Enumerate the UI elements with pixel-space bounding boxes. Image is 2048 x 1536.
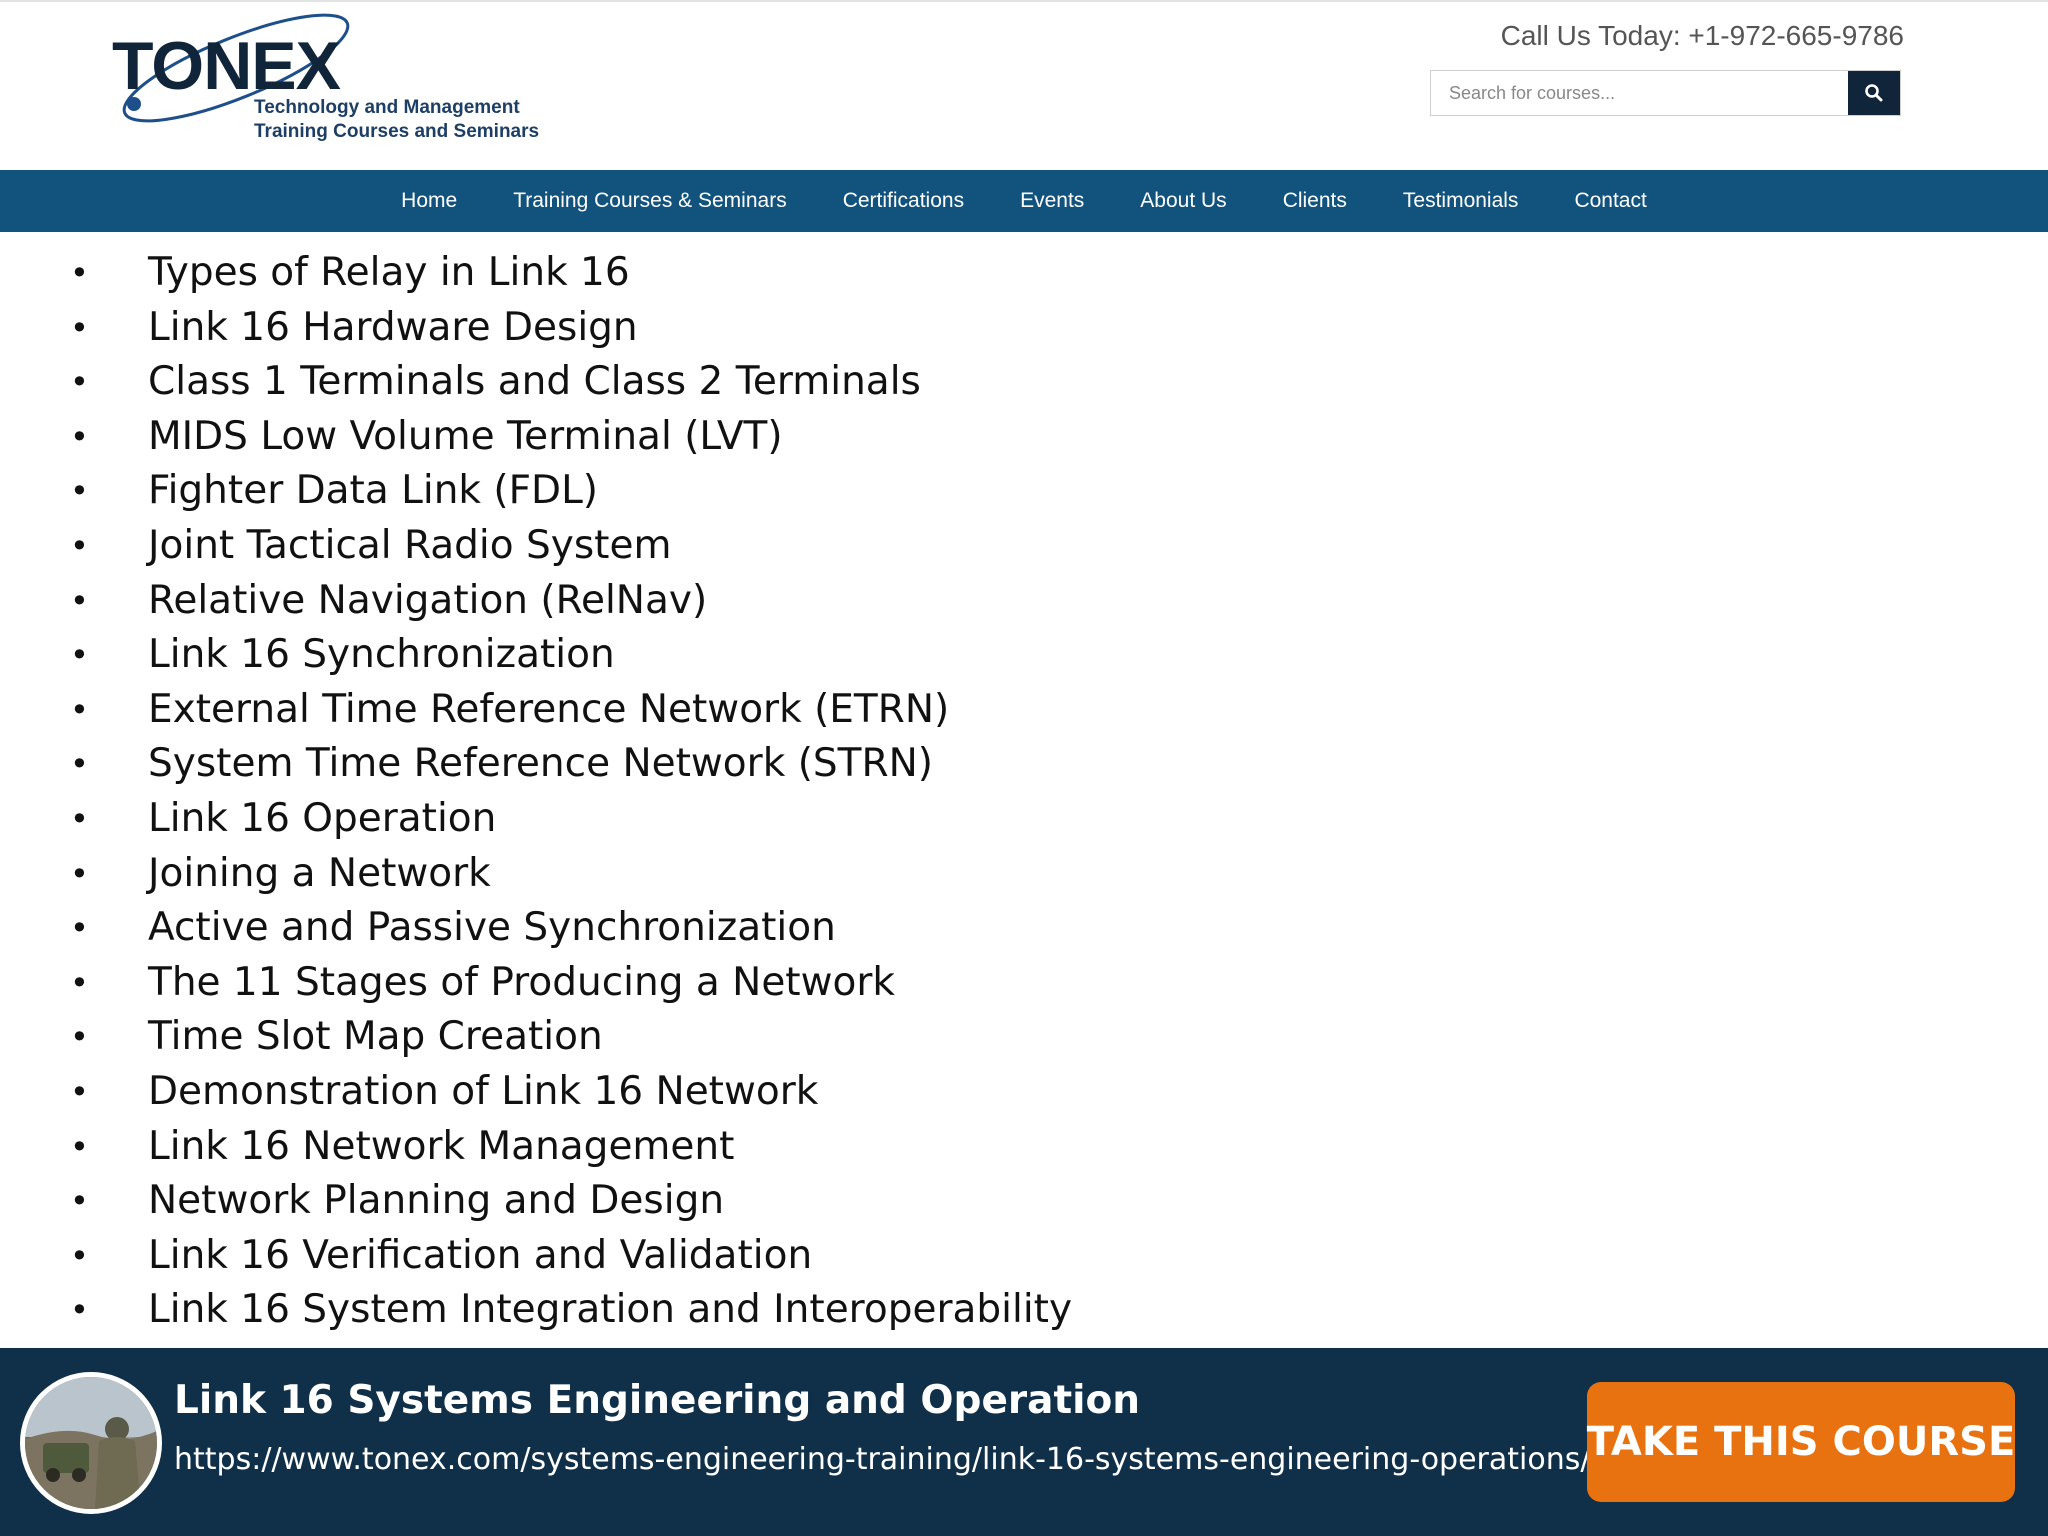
list-item: • Link 16 Operation — [0, 792, 2048, 847]
topic-text: Demonstration of Link 16 Network — [148, 1068, 819, 1114]
topic-text: Class 1 Terminals and Class 2 Terminals — [148, 359, 921, 405]
topic-text: Link 16 System Integration and Interoper… — [148, 1287, 1073, 1333]
topic-text: Link 16 Verification and Validation — [148, 1232, 813, 1278]
logo-tagline-2: Training Courses and Seminars — [254, 121, 540, 142]
bullet: • — [70, 254, 89, 292]
topic-text: System Time Reference Network (STRN) — [148, 741, 933, 787]
topic-text: Link 16 Hardware Design — [148, 304, 638, 350]
logo-tagline-1: Technology and Management — [254, 97, 520, 118]
list-item: • Link 16 Hardware Design — [0, 301, 2048, 356]
topic-text: Active and Passive Synchronization — [148, 905, 836, 951]
bullet: • — [70, 690, 89, 729]
course-banner: Link 16 Systems Engineering and Operatio… — [0, 1348, 2048, 1536]
list-item: • Network Planning and Design — [0, 1174, 2048, 1229]
bullet: • — [70, 963, 89, 1002]
list-item: • Class 1 Terminals and Class 2 Terminals — [0, 355, 2048, 410]
nav-item-about-us[interactable]: About Us — [1140, 189, 1226, 213]
list-item: • Time Slot Map Creation — [0, 1010, 2048, 1065]
bullet: • — [70, 854, 89, 893]
topic-text: The 11 Stages of Producing a Network — [148, 959, 895, 1005]
list-item: • Joint Tactical Radio System — [0, 519, 2048, 574]
topic-text: Fighter Data Link (FDL) — [148, 468, 599, 514]
bullet: • — [70, 581, 89, 620]
soldier-image-icon — [25, 1377, 157, 1509]
nav-item-training-courses[interactable]: Training Courses & Seminars — [513, 189, 787, 213]
bullet: • — [70, 1182, 89, 1221]
nav-item-events[interactable]: Events — [1020, 189, 1084, 213]
list-item: • System Time Reference Network (STRN) — [0, 737, 2048, 792]
topic-text: Link 16 Operation — [148, 795, 497, 841]
bullet: • — [70, 363, 89, 402]
bullet: • — [70, 799, 89, 838]
topic-text: Network Planning and Design — [148, 1178, 725, 1224]
list-item: • Joining a Network — [0, 847, 2048, 902]
topic-text: Relative Navigation (RelNav) — [148, 577, 708, 623]
nav-item-clients[interactable]: Clients — [1283, 189, 1347, 213]
list-item: • Demonstration of Link 16 Network — [0, 1065, 2048, 1120]
topic-text: External Time Reference Network (ETRN) — [148, 686, 950, 732]
topic-text: Joint Tactical Radio System — [148, 522, 672, 568]
bullet: • — [70, 1018, 89, 1057]
search-icon — [1865, 84, 1883, 102]
bullet: • — [70, 417, 89, 456]
topic-text: Joining a Network — [148, 850, 491, 896]
bullet: • — [70, 1291, 89, 1330]
bullet: • — [70, 472, 89, 511]
nav-item-certifications[interactable]: Certifications — [843, 189, 964, 213]
bullet: • — [70, 1072, 89, 1111]
topic-text: Time Slot Map Creation — [148, 1014, 603, 1060]
bullet: • — [70, 1127, 89, 1166]
list-item: • Link 16 Synchronization — [0, 628, 2048, 683]
site-header: TONEX Technology and Management Training… — [0, 0, 2048, 170]
list-item: • Types of Relay in Link 16 — [0, 246, 2048, 301]
nav-item-contact[interactable]: Contact — [1574, 189, 1646, 213]
list-item: • Link 16 Verification and Validation — [0, 1229, 2048, 1284]
list-item: • The 11 Stages of Producing a Network — [0, 956, 2048, 1011]
list-item: • Relative Navigation (RelNav) — [0, 574, 2048, 629]
search-input[interactable] — [1431, 71, 1849, 115]
nav-item-testimonials[interactable]: Testimonials — [1403, 189, 1519, 213]
course-topics-list: • Types of Relay in Link 16 • Link 16 Hard… — [0, 246, 2048, 1338]
bullet: • — [70, 636, 89, 675]
topic-text: Link 16 Synchronization — [148, 632, 615, 678]
search-button[interactable] — [1848, 71, 1900, 115]
list-item: • Active and Passive Synchronization — [0, 901, 2048, 956]
take-this-course-button[interactable]: TAKE THIS COURSE — [1587, 1382, 2015, 1502]
logo-wordmark: TONEX — [112, 28, 341, 104]
course-title[interactable]: Link 16 Systems Engineering and Operatio… — [174, 1378, 1140, 1423]
list-item: • Link 16 System Integration and Interope… — [0, 1283, 2048, 1338]
main-navigation: Home Training Courses & Seminars Certifi… — [0, 170, 2048, 232]
topic-text: MIDS Low Volume Terminal (LVT) — [148, 413, 783, 459]
course-url[interactable]: https://www.tonex.com/systems-engineerin… — [174, 1442, 1590, 1477]
course-thumbnail — [20, 1372, 162, 1514]
topic-text: Link 16 Network Management — [148, 1123, 735, 1169]
list-item: • Fighter Data Link (FDL) — [0, 464, 2048, 519]
bullet: • — [70, 526, 89, 565]
bullet: • — [70, 308, 89, 347]
list-item: • Link 16 Network Management — [0, 1120, 2048, 1175]
call-us-phone[interactable]: Call Us Today: +1-972-665-9786 — [1501, 20, 1904, 52]
bullet: • — [70, 745, 89, 784]
bullet: • — [70, 909, 89, 948]
tonex-logo[interactable]: TONEX Technology and Management Training… — [108, 10, 548, 160]
topic-text: Types of Relay in Link 16 — [148, 250, 630, 295]
bullet: • — [70, 1236, 89, 1275]
course-search — [1430, 70, 1901, 116]
list-item: • MIDS Low Volume Terminal (LVT) — [0, 410, 2048, 465]
list-item: • External Time Reference Network (ETRN) — [0, 683, 2048, 738]
nav-item-home[interactable]: Home — [401, 189, 457, 213]
